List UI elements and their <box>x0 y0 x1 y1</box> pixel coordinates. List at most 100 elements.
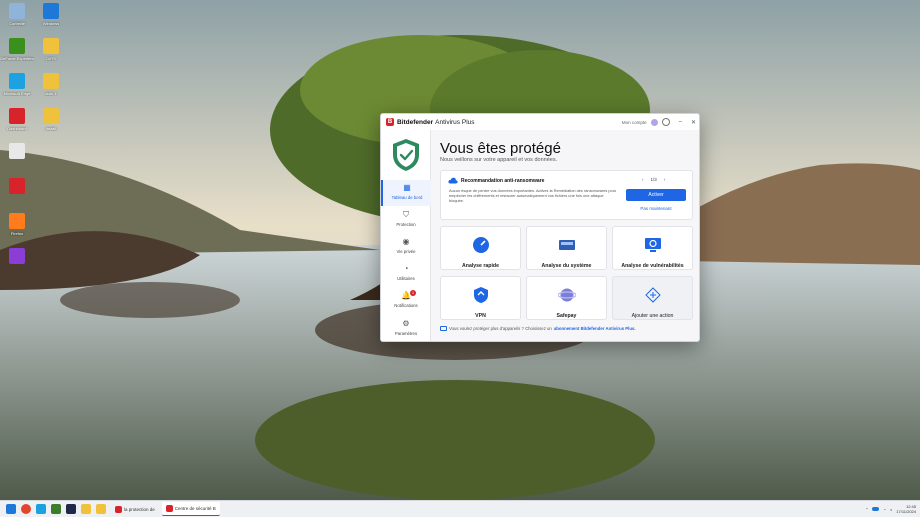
sidebar-item-label: Paramètres <box>394 331 418 336</box>
globe-icon[interactable] <box>661 118 670 126</box>
not-now-link[interactable]: Pas maintenant <box>626 206 686 211</box>
app-icon[interactable] <box>51 504 61 514</box>
action-tile-label: Safepay <box>556 313 577 319</box>
desktop-icon[interactable]: Microsoft Edge <box>0 73 34 96</box>
sidebar: ▦ Tableau de bord ⛉ Protection ◉ Vie privée ◔ U… <box>381 130 431 341</box>
close-button[interactable]: ✕ <box>691 119 696 126</box>
action-tile[interactable]: Ajouter une action <box>612 276 693 320</box>
bitdefender-window: B Bitdefender Antivirus Plus Mon compte … <box>380 113 700 342</box>
protection-shield-icon: ⛉ <box>403 210 409 219</box>
title-bar: B Bitdefender Antivirus Plus Mon compte … <box>381 114 699 130</box>
sidebar-item-dashboard[interactable]: ▦ Tableau de bord <box>381 180 431 206</box>
desktop-icon-label: GeForce Experience <box>0 56 34 61</box>
desktop-icon-label: auto 1 <box>45 91 57 96</box>
avatar[interactable] <box>650 118 658 126</box>
dashboard-icon: ▦ <box>403 183 411 192</box>
desktop-icon[interactable] <box>0 143 34 161</box>
taskbar-item-label: Centre de sécurité B <box>174 506 216 511</box>
desktop-icon[interactable]: Windows <box>34 3 68 26</box>
vpn-icon <box>473 287 488 303</box>
sidebar-item-privacy-eye[interactable]: ◉ Vie privée <box>381 234 431 260</box>
desktop-app-icon <box>9 108 25 124</box>
desktop-icon-label: Dashboard <box>7 126 27 131</box>
action-tile-label: Analyse de vulnérabilités <box>621 263 684 269</box>
desktop-icon-label: install <box>45 126 57 131</box>
desktop-icon[interactable]: Firefox <box>0 213 34 236</box>
system-tray: ⌃ ◔ ◖ 12:45 17/11/2024 <box>865 504 916 514</box>
desktop-icon[interactable]: Corbeille <box>0 3 34 26</box>
protected-shield-icon <box>393 139 419 171</box>
desktop-icon[interactable]: auto 1 <box>34 73 68 96</box>
desktop-app-icon <box>9 3 25 19</box>
volume-icon[interactable]: ◖ <box>890 507 892 512</box>
account-area: Mon compte – ✕ <box>622 118 696 126</box>
desktop-app-icon <box>9 248 25 264</box>
taskbar-item[interactable]: Centre de sécurité B <box>161 502 220 516</box>
action-tile[interactable]: Analyse rapide <box>440 226 521 270</box>
sidebar-item-label: Protection <box>396 222 416 227</box>
quick-scan-icon <box>472 237 489 253</box>
desktop-icon[interactable]: install <box>34 108 68 131</box>
chevron-left-icon[interactable]: ‹ <box>642 177 644 182</box>
taskbar-app-icon <box>115 505 122 513</box>
action-tile-label: Ajouter une action <box>631 313 674 319</box>
desktop-icon-label: Corbeille <box>9 21 25 26</box>
safepay-icon <box>556 288 577 302</box>
desktop-app-icon <box>9 178 25 194</box>
app-icon[interactable] <box>96 504 106 514</box>
desktop-icon[interactable] <box>0 178 34 196</box>
subscription-link[interactable]: abonnement Bitdefender Antivirus Plus. <box>554 326 636 331</box>
action-tile-label: VPN <box>475 313 486 319</box>
clock-date: 17/11/2024 <box>896 509 916 514</box>
desktop-icon[interactable]: DIRS <box>34 38 68 61</box>
activate-button[interactable]: Activer <box>626 189 686 201</box>
app-icon[interactable] <box>66 504 76 514</box>
brand-name: Bitdefender <box>397 118 434 126</box>
recommendation-text: Aucun risque de perdre vos données impor… <box>449 188 617 204</box>
minimize-button[interactable]: – <box>679 119 682 125</box>
taskbar-item[interactable]: la protection de <box>111 502 159 516</box>
sidebar-item-label: Notifications <box>394 303 418 308</box>
chevron-right-icon[interactable]: › <box>664 177 666 182</box>
cloud-icon <box>448 177 458 184</box>
app-icon[interactable] <box>36 504 46 514</box>
sidebar-item-label: Utilitaires <box>397 276 415 281</box>
desktop-app-icon <box>43 73 59 89</box>
desktop-icon[interactable]: Dashboard <box>0 108 34 131</box>
upsell-footer: Vous voulez protéger plus d'appareils ? … <box>440 326 636 331</box>
pager-count: 1/3 <box>650 177 657 182</box>
clock[interactable]: 12:45 17/11/2024 <box>896 504 916 514</box>
privacy-eye-icon: ◉ <box>402 237 410 246</box>
wifi-icon[interactable]: ◔ <box>883 507 885 512</box>
desktop-app-icon <box>9 143 25 159</box>
sidebar-item-label: Vie privée <box>396 249 416 254</box>
app-icon[interactable] <box>21 504 31 514</box>
start-icon[interactable] <box>6 504 16 514</box>
sidebar-item-gear[interactable]: ⚙ Paramètres <box>381 316 431 341</box>
action-tile[interactable]: Analyse de vulnérabilités <box>612 226 693 270</box>
file-explorer-icon[interactable] <box>81 504 91 514</box>
vulnerability-scan-icon <box>644 238 661 252</box>
cloud-icon[interactable] <box>872 507 880 511</box>
taskbar: la protection de Centre de sécurité B ⌃ ◔… <box>0 500 920 517</box>
sidebar-item-utilities[interactable]: ◔ Utilitaires <box>381 261 431 287</box>
action-tile[interactable]: Safepay <box>526 276 607 320</box>
desktop-icon-label: Microsoft Edge <box>3 91 31 96</box>
chevron-up-icon[interactable]: ⌃ <box>865 507 868 512</box>
sidebar-item-bell[interactable]: 1 🔔 Notifications <box>381 288 431 314</box>
desktop-app-icon <box>9 213 25 229</box>
taskbar-app-icon <box>165 505 173 512</box>
product-name: Antivirus Plus <box>435 118 475 126</box>
utilities-icon: ◔ <box>403 264 409 273</box>
sidebar-item-protection-shield[interactable]: ⛉ Protection <box>381 207 431 233</box>
action-tile[interactable]: Analyse du système <box>526 226 607 270</box>
page-title: Vous êtes protégé <box>440 140 561 157</box>
gear-icon: ⚙ <box>402 319 410 328</box>
desktop-icon[interactable]: GeForce Experience <box>0 38 34 61</box>
action-tile[interactable]: VPN <box>440 276 521 320</box>
desktop-app-icon <box>43 108 59 124</box>
recommendation-title: Recommandation anti-ransomware <box>461 178 545 184</box>
desktop-icon[interactable] <box>0 248 34 266</box>
account-label[interactable]: Mon compte <box>622 120 647 125</box>
notification-badge: 1 <box>410 290 416 296</box>
